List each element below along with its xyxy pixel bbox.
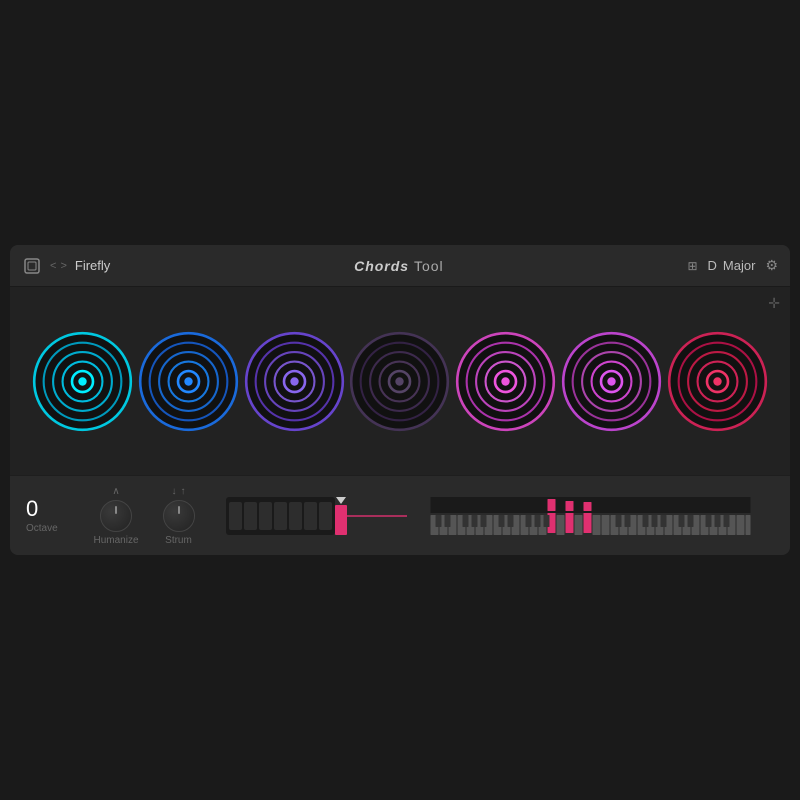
key-icon: ⊞: [687, 259, 697, 273]
header-right: ⊞ D Major ⚙: [687, 257, 778, 274]
key-display: D Major: [708, 258, 756, 273]
chord-pad-4[interactable]: [347, 329, 452, 434]
humanize-label: Humanize: [93, 535, 138, 546]
piano-roll-area: [226, 486, 774, 546]
key-scale: Major: [723, 258, 756, 273]
chord-pad-2[interactable]: [136, 329, 241, 434]
header-bar: < > Firefly Chords Tool ⊞ D Major ⚙: [10, 245, 790, 287]
header-center: Chords Tool: [110, 258, 687, 274]
octave-section: 0 Octave: [26, 498, 81, 534]
playhead-line: [347, 515, 407, 517]
move-icon[interactable]: ✛: [768, 295, 780, 312]
settings-icon[interactable]: ⚙: [765, 257, 778, 274]
playhead: [335, 497, 347, 535]
chord-pad-5[interactable]: [453, 329, 558, 434]
plugin-window: < > Firefly Chords Tool ⊞ D Major ⚙ ✛: [10, 245, 790, 555]
nav-arrows: < >: [50, 260, 67, 272]
plugin-title: Chords Tool: [354, 258, 444, 274]
playhead-arrow: [336, 497, 346, 504]
active-block: [335, 505, 347, 535]
plugin-title-tool: Tool: [414, 258, 444, 274]
strum-arrows: ↓ ↑: [172, 486, 186, 497]
up-arrow-icon: ∧: [112, 486, 119, 497]
chord-pad-3[interactable]: [242, 329, 347, 434]
plugin-title-chords: Chords: [354, 258, 409, 274]
timeline-track: [226, 491, 774, 541]
octave-value: 0: [26, 498, 38, 520]
preset-name: Firefly: [75, 258, 110, 273]
header-left: < > Firefly: [22, 256, 110, 276]
strum-up-icon: ↑: [181, 486, 186, 497]
nav-back[interactable]: <: [50, 260, 56, 272]
octave-label: Octave: [26, 523, 58, 534]
main-area: ✛: [10, 287, 790, 555]
chord-pad-6[interactable]: [559, 329, 664, 434]
piano-keys-visualizer: [407, 497, 774, 535]
cube-icon[interactable]: [22, 256, 42, 276]
strum-down-icon: ↓: [172, 486, 177, 497]
strum-knob[interactable]: [163, 500, 195, 532]
strum-section: ↓ ↑ Strum: [151, 486, 206, 546]
chords-area: ✛: [10, 287, 790, 475]
bottom-area: 0 Octave ∧ Humanize ↓ ↑ Strum: [10, 475, 790, 555]
strum-label: Strum: [165, 535, 192, 546]
nav-forward[interactable]: >: [60, 260, 66, 272]
key-note: D: [708, 258, 717, 273]
chord-pad-1[interactable]: [30, 329, 135, 434]
humanize-section: ∧ Humanize: [86, 486, 146, 546]
humanize-knob[interactable]: [100, 500, 132, 532]
chord-pad-7[interactable]: [665, 329, 770, 434]
